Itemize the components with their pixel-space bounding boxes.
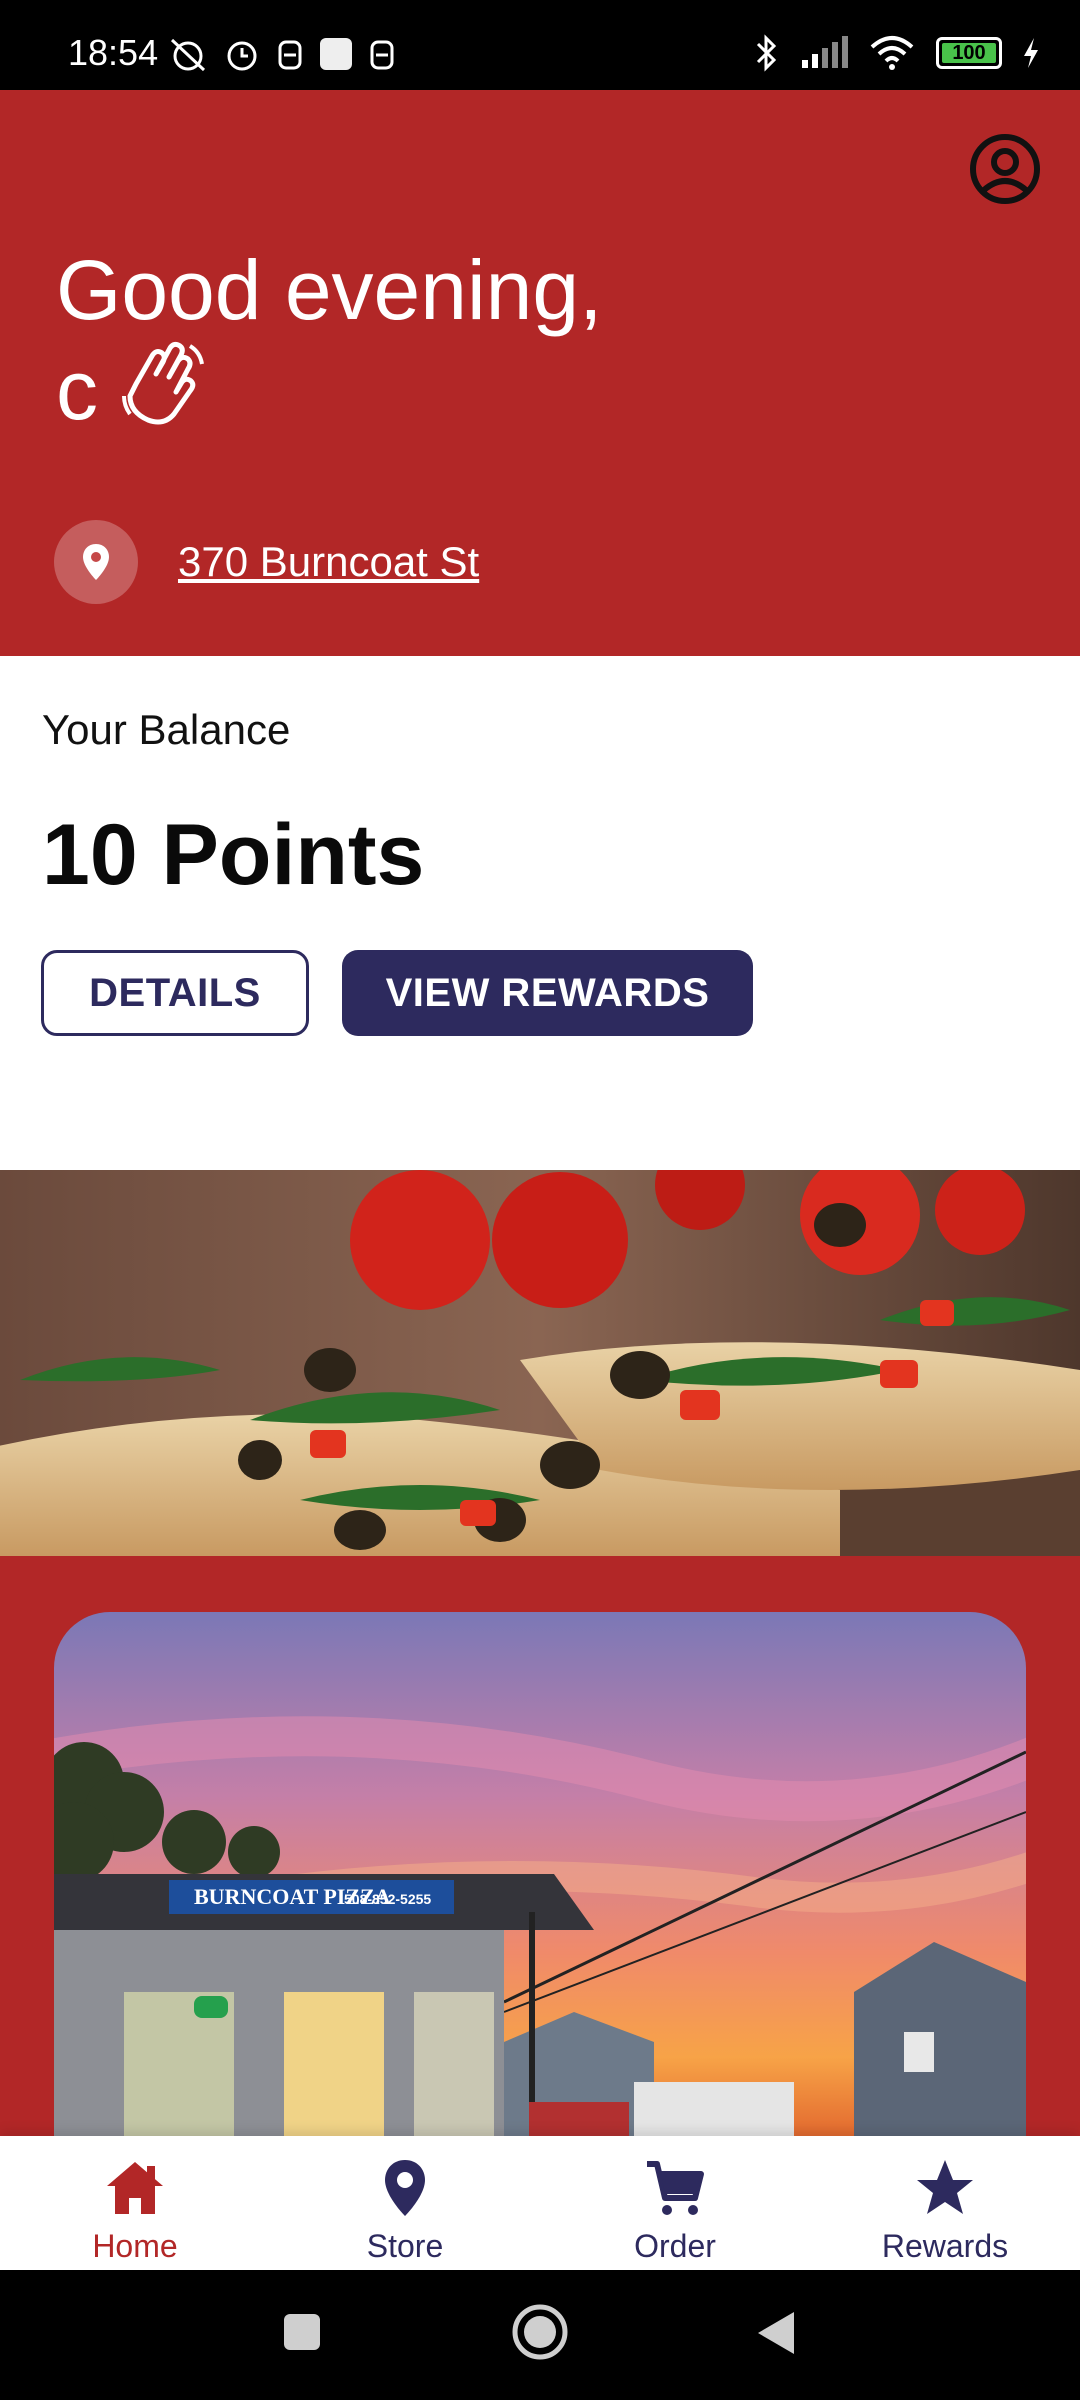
store-photo-card: BURNCOAT PIZZA 508-852-5255	[54, 1612, 1026, 2136]
cart-icon	[647, 2161, 704, 2215]
battery-level: 100	[952, 41, 986, 64]
balance-label: Your Balance	[42, 706, 291, 753]
system-nav-bar	[0, 2270, 1080, 2400]
home-button-icon[interactable]	[510, 2302, 570, 2362]
nav-order[interactable]: Order	[540, 2136, 810, 2270]
profile-icon[interactable]	[968, 132, 1042, 206]
user-name: c	[56, 343, 98, 437]
status-system-icons: 100	[752, 34, 1040, 72]
nav-order-label: Order	[634, 2228, 716, 2264]
charging-icon	[1024, 38, 1038, 68]
location-row[interactable]: 370 Burncoat St	[54, 520, 479, 604]
nav-rewards-label: Rewards	[881, 2228, 1009, 2264]
app-notification-icon	[370, 40, 394, 70]
alarm-off-icon	[170, 38, 206, 72]
balance-points: 10 Points	[42, 807, 425, 903]
alarm-icon	[227, 41, 257, 71]
store-address-link[interactable]: 370 Burncoat St	[178, 538, 479, 586]
location-pin-icon	[83, 544, 109, 580]
store-section: BURNCOAT PIZZA 508-852-5255	[0, 1556, 1080, 2136]
wifi-icon	[870, 36, 914, 70]
back-icon[interactable]	[756, 2310, 796, 2356]
signal-icon	[802, 36, 848, 68]
nav-home[interactable]: Home	[0, 2136, 270, 2270]
app-notification-icon	[278, 40, 302, 70]
waving-hand-icon	[122, 341, 204, 425]
status-notification-icons	[168, 36, 396, 72]
location-badge	[54, 520, 138, 604]
bottom-nav: Home Store Order Rewards	[0, 2136, 1080, 2270]
battery-indicator: 100	[936, 37, 1002, 69]
nav-rewards[interactable]: Rewards	[810, 2136, 1080, 2270]
nav-home-label: Home	[92, 2228, 178, 2264]
store-sign-phone: 508-852-5255	[344, 1891, 431, 1907]
home-icon	[107, 2162, 163, 2214]
status-time: 18:54	[68, 32, 159, 73]
greeting-text: Good evening,	[56, 243, 603, 337]
app-square-icon	[320, 38, 352, 70]
pizza-banner-image	[0, 1170, 1080, 1556]
status-bar: 18:54 100	[0, 0, 1080, 90]
balance-section: Your Balance 10 Points DETAILS VIEW REWA…	[0, 656, 1080, 1170]
nav-store-label: Store	[366, 2228, 444, 2264]
bluetooth-icon	[756, 34, 777, 72]
header: Good evening, c 370 Burncoat St	[0, 90, 1080, 656]
details-button[interactable]: DETAILS	[41, 950, 309, 1036]
star-icon	[917, 2160, 973, 2214]
recent-apps-icon[interactable]	[282, 2312, 322, 2352]
view-rewards-button[interactable]: VIEW REWARDS	[342, 950, 753, 1036]
location-pin-icon	[385, 2160, 425, 2216]
greeting-name-row: c	[56, 340, 208, 440]
nav-store[interactable]: Store	[270, 2136, 540, 2270]
